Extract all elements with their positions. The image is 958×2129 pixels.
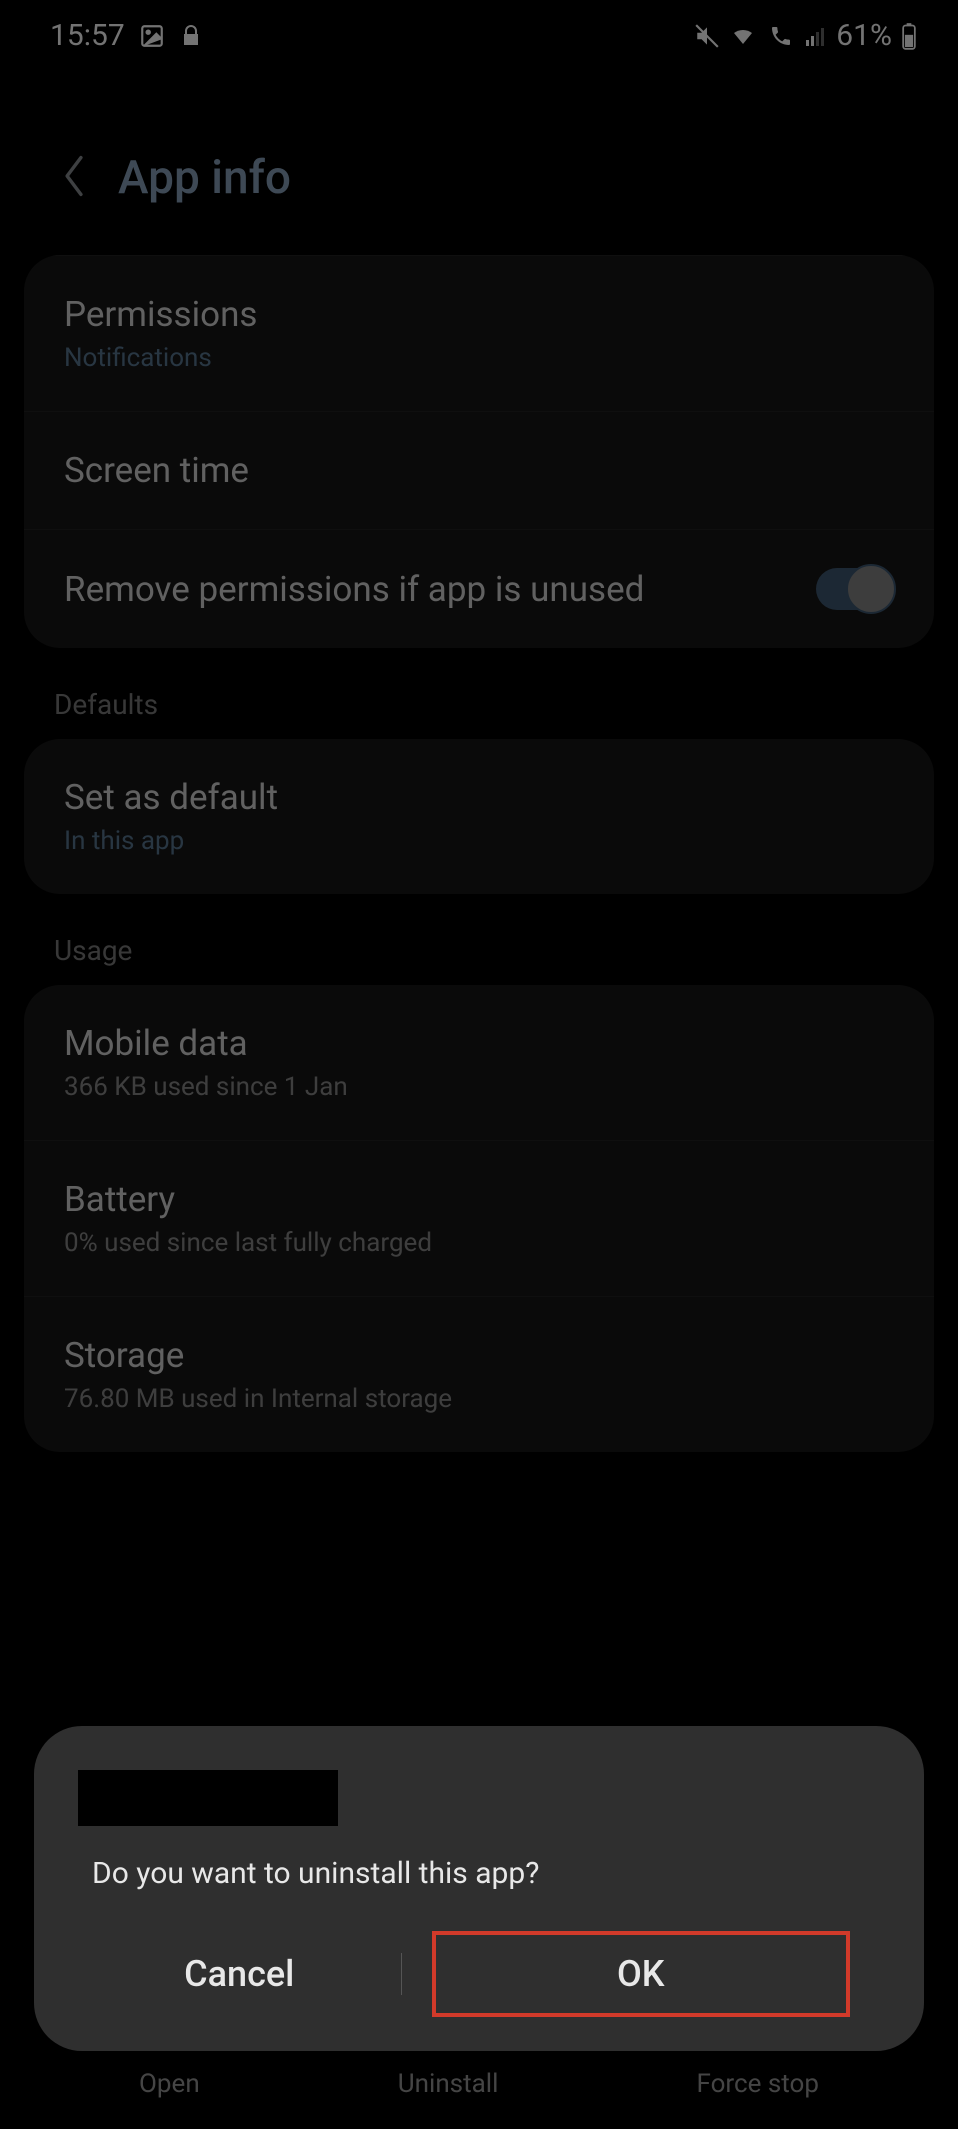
app-name-redacted: [78, 1770, 338, 1826]
uninstall-dialog: Do you want to uninstall this app? Cance…: [34, 1726, 924, 2051]
bottom-action-bar: Open Uninstall Force stop: [0, 2039, 958, 2129]
lock-icon: [179, 23, 203, 49]
permissions-title: Permissions: [64, 294, 894, 335]
cancel-button[interactable]: Cancel: [78, 1931, 401, 2017]
remove-permissions-title: Remove permissions if app is unused: [64, 569, 644, 610]
defaults-card: Set as default In this app: [24, 739, 934, 894]
wifi-icon: [728, 24, 758, 48]
uninstall-button[interactable]: Uninstall: [398, 2069, 499, 2099]
set-as-default-sub: In this app: [64, 826, 894, 856]
battery-icon: [900, 22, 918, 50]
remove-permissions-toggle[interactable]: [816, 568, 894, 610]
mobile-data-row[interactable]: Mobile data 366 KB used since 1 Jan: [24, 985, 934, 1140]
storage-sub: 76.80 MB used in Internal storage: [64, 1384, 894, 1414]
image-icon: [139, 23, 165, 49]
battery-title: Battery: [64, 1179, 894, 1220]
storage-title: Storage: [64, 1335, 894, 1376]
set-as-default-row[interactable]: Set as default In this app: [24, 739, 934, 894]
wifi-calling-icon: [766, 24, 796, 48]
permissions-row[interactable]: Permissions Notifications: [24, 256, 934, 411]
mobile-data-title: Mobile data: [64, 1023, 894, 1064]
storage-row[interactable]: Storage 76.80 MB used in Internal storag…: [24, 1296, 934, 1452]
status-right: 61%: [694, 18, 918, 53]
status-left: 15:57: [50, 18, 203, 53]
dialog-divider: [401, 1953, 402, 1995]
screen-time-row[interactable]: Screen time: [24, 411, 934, 529]
mute-icon: [694, 23, 720, 49]
battery-percent: 61%: [836, 18, 892, 53]
header: App info: [0, 71, 958, 255]
usage-section-label: Usage: [0, 934, 958, 985]
open-button[interactable]: Open: [139, 2069, 200, 2099]
status-time: 15:57: [50, 18, 125, 53]
usage-permissions-card: Permissions Notifications Screen time Re…: [24, 255, 934, 648]
signal-icon: [804, 24, 828, 48]
force-stop-button[interactable]: Force stop: [697, 2069, 819, 2099]
usage-card: Mobile data 366 KB used since 1 Jan Batt…: [24, 985, 934, 1452]
toggle-knob: [846, 564, 896, 614]
mobile-data-sub: 366 KB used since 1 Jan: [64, 1072, 894, 1102]
back-icon[interactable]: [60, 153, 88, 203]
set-as-default-title: Set as default: [64, 777, 894, 818]
status-bar: 15:57 61%: [0, 0, 958, 71]
permissions-sub: Notifications: [64, 343, 894, 373]
battery-row[interactable]: Battery 0% used since last fully charged: [24, 1140, 934, 1296]
ok-button[interactable]: OK: [432, 1931, 851, 2017]
page-title: App info: [118, 151, 291, 205]
dialog-message: Do you want to uninstall this app?: [78, 1856, 880, 1931]
dialog-button-row: Cancel OK: [78, 1931, 880, 2017]
battery-sub: 0% used since last fully charged: [64, 1228, 894, 1258]
remove-permissions-row[interactable]: Remove permissions if app is unused: [24, 529, 934, 648]
screen-time-title: Screen time: [64, 450, 894, 491]
defaults-section-label: Defaults: [0, 688, 958, 739]
